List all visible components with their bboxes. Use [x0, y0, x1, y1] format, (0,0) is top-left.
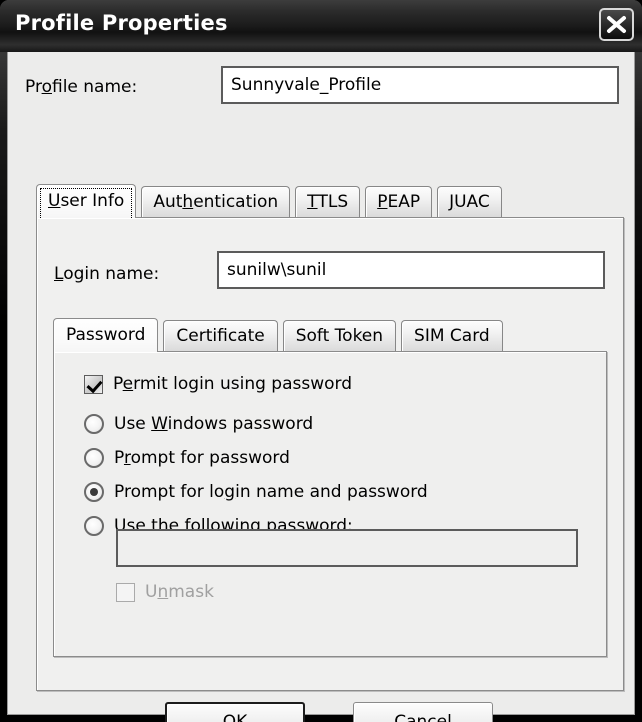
unmask-accelerator: n	[157, 582, 169, 602]
radio-prompt-for-login-name-and-password-row[interactable]: Prompt for login name and password	[84, 482, 428, 502]
profile-name-label: Profile name:	[25, 77, 137, 97]
radio-use-windows-password-row[interactable]: Use Windows password	[84, 414, 313, 434]
radio-0-label-pre: Use	[114, 414, 152, 434]
tab-sim-card[interactable]: SIM Card	[401, 320, 503, 352]
login-name-input[interactable]	[217, 251, 605, 289]
radio-use-windows-password[interactable]	[84, 414, 104, 434]
unmask-checkbox-row[interactable]: Unmask	[116, 582, 214, 602]
radio-2-label-post: in name and password	[235, 482, 428, 502]
tab-ttls-label-post: TLS	[317, 192, 349, 212]
inner-tab-strip: Password Certificate Soft Token SIM Card	[53, 318, 508, 352]
tab-user-info-accelerator: U	[48, 191, 61, 211]
radio-2-label-pre: Prompt for lo	[114, 482, 225, 502]
tab-peap[interactable]: P EAP	[365, 186, 433, 218]
profile-name-label-pre: Pr	[25, 77, 42, 97]
radio-prompt-for-password-label: Prompt for password	[114, 448, 290, 468]
outer-tab-strip: User Info Aut h entication T TLS P EAP J UAC	[36, 184, 507, 218]
tab-peap-accelerator: P	[377, 192, 388, 212]
permit-login-checkbox-label: Permit login using password	[113, 374, 352, 394]
profile-name-input[interactable]	[221, 66, 619, 104]
password-input[interactable]	[116, 529, 578, 567]
login-name-label: Login name:	[54, 264, 159, 284]
tab-password[interactable]: Password	[53, 318, 159, 352]
unmask-checkbox[interactable]	[116, 582, 135, 602]
radio-0-accelerator: W	[151, 414, 168, 434]
radio-1-label-pre: P	[114, 448, 124, 468]
cancel-button[interactable]: Cancel	[353, 702, 493, 722]
dialog-button-bar: OK Cancel	[8, 702, 636, 722]
unmask-checkbox-label: Unmask	[145, 582, 214, 602]
radio-use-windows-password-label: Use Windows password	[114, 414, 313, 434]
tab-authentication-accelerator: h	[182, 192, 194, 212]
tab-authentication-label-pre: Aut	[153, 192, 183, 212]
tab-soft-token[interactable]: Soft Token	[282, 320, 397, 352]
radio-2-accelerator: g	[224, 482, 236, 502]
profile-name-label-post: file name:	[51, 77, 138, 97]
tab-juac[interactable]: J UAC	[437, 186, 502, 218]
tab-certificate[interactable]: Certificate	[163, 320, 278, 352]
tab-authentication-label-post: entication	[193, 192, 279, 212]
title-bar: Profile Properties	[0, 0, 642, 52]
close-button[interactable]	[599, 8, 634, 41]
permit-login-checkbox-row[interactable]: Permit login using password	[84, 374, 352, 394]
permit-login-checkbox[interactable]	[84, 374, 103, 394]
ok-button[interactable]: OK	[165, 702, 305, 722]
radio-prompt-for-login-name-and-password[interactable]	[84, 482, 104, 502]
permit-login-label-pre: P	[113, 374, 123, 394]
permit-login-label-post: rmit login using password	[133, 374, 353, 394]
radio-prompt-for-password-row[interactable]: Prompt for password	[84, 448, 290, 468]
radio-1-label-post: ompt for password	[130, 448, 290, 468]
dialog-window: Profile Properties Profile name: User In…	[0, 0, 642, 722]
tab-authentication[interactable]: Aut h entication	[141, 186, 291, 218]
permit-login-accelerator: e	[122, 374, 134, 394]
tab-user-info-label-post: ser Info	[60, 191, 125, 211]
password-tab-panel: Permit login using password Use Windows …	[53, 351, 607, 657]
window-title: Profile Properties	[15, 11, 228, 35]
tab-user-info[interactable]: User Info	[36, 184, 137, 218]
login-name-label-accelerator: L	[54, 264, 64, 284]
dialog-client-area: Profile name: User Info Authentication T…	[7, 52, 636, 722]
unmask-label-post: mask	[168, 582, 214, 602]
radio-use-the-following-password[interactable]	[84, 516, 104, 536]
login-name-label-post: ogin name:	[63, 264, 160, 284]
profile-name-row: Profile name:	[8, 52, 636, 112]
close-icon	[607, 16, 626, 33]
user-info-tab-panel: Login name: Password Certificate Soft To…	[36, 217, 624, 691]
unmask-label-pre: U	[145, 582, 158, 602]
tab-juac-label-post: UAC	[454, 192, 490, 212]
radio-prompt-for-password[interactable]	[84, 448, 104, 468]
tab-ttls[interactable]: T TLS	[295, 186, 361, 218]
profile-name-label-accelerator: o	[41, 77, 52, 97]
tab-peap-label-post: EAP	[387, 192, 421, 212]
tab-ttls-accelerator: T	[307, 192, 318, 212]
radio-1-accelerator: r	[123, 448, 131, 468]
radio-prompt-for-login-name-and-password-label: Prompt for login name and password	[114, 482, 428, 502]
radio-0-label-post: indows password	[167, 414, 314, 434]
